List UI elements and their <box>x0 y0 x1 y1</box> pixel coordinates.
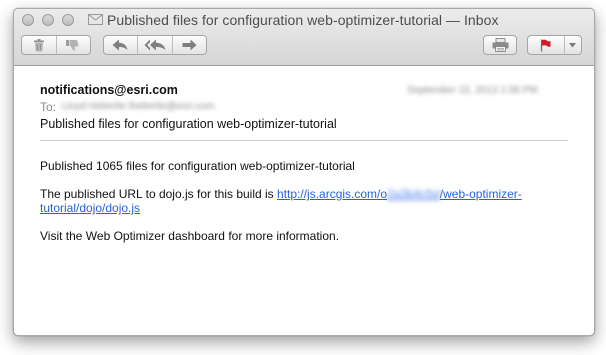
reply-icon <box>112 39 128 51</box>
recipient-address[interactable]: Lloyd Heberlie lheberlie@esri.com <box>62 101 214 112</box>
print-button[interactable] <box>484 36 516 54</box>
body-line-dashboard: Visit the Web Optimizer dashboard for mo… <box>40 229 340 243</box>
flag-group <box>527 35 582 55</box>
delete-button[interactable] <box>22 36 56 54</box>
reply-all-button[interactable] <box>136 36 173 54</box>
body-line-published: Published 1065 files for configuration w… <box>40 159 355 173</box>
minimize-window-button[interactable] <box>42 14 54 26</box>
reply-group <box>103 35 207 55</box>
junk-icon <box>66 40 79 51</box>
to-label: To: <box>40 100 57 114</box>
dojo-url-part3: tutorial/dojo/dojo.js <box>40 201 141 215</box>
message-subject: Published files for configuration web-op… <box>40 117 337 131</box>
window-title: Published files for configuration web-op… <box>107 12 499 28</box>
print-icon <box>492 38 508 52</box>
delete-junk-group <box>21 35 91 55</box>
flag-menu-button[interactable] <box>563 36 581 54</box>
title-bar: Published files for configuration web-op… <box>14 9 594 66</box>
delete-icon <box>33 38 44 51</box>
sender-address[interactable]: notifications@esri.com <box>40 83 178 97</box>
url-intro-text: The published URL to dojo.js for this bu… <box>40 187 278 201</box>
envelope-icon <box>88 14 103 25</box>
zoom-window-button[interactable] <box>62 14 74 26</box>
dojo-url-part2: /web-optimizer- <box>439 187 522 201</box>
message-date: September 22, 2013 1:58 PM <box>407 85 538 96</box>
dojo-url-part1: http://js.arcgis.com/o <box>277 187 388 201</box>
print-group <box>483 35 517 55</box>
reply-all-icon <box>144 39 166 51</box>
flag-button[interactable] <box>528 36 564 54</box>
body-line-url: The published URL to dojo.js for this bu… <box>40 187 522 215</box>
reply-button[interactable] <box>104 36 137 54</box>
mail-window: Published files for configuration web-op… <box>13 8 595 336</box>
dojo-url-redacted: 2a3b4c5d <box>387 187 440 201</box>
close-window-button[interactable] <box>22 14 34 26</box>
forward-button[interactable] <box>172 36 206 54</box>
flag-icon <box>541 39 551 51</box>
junk-button[interactable] <box>55 36 91 54</box>
forward-icon <box>182 39 197 51</box>
chevron-down-icon <box>569 42 577 47</box>
header-divider <box>40 140 568 141</box>
